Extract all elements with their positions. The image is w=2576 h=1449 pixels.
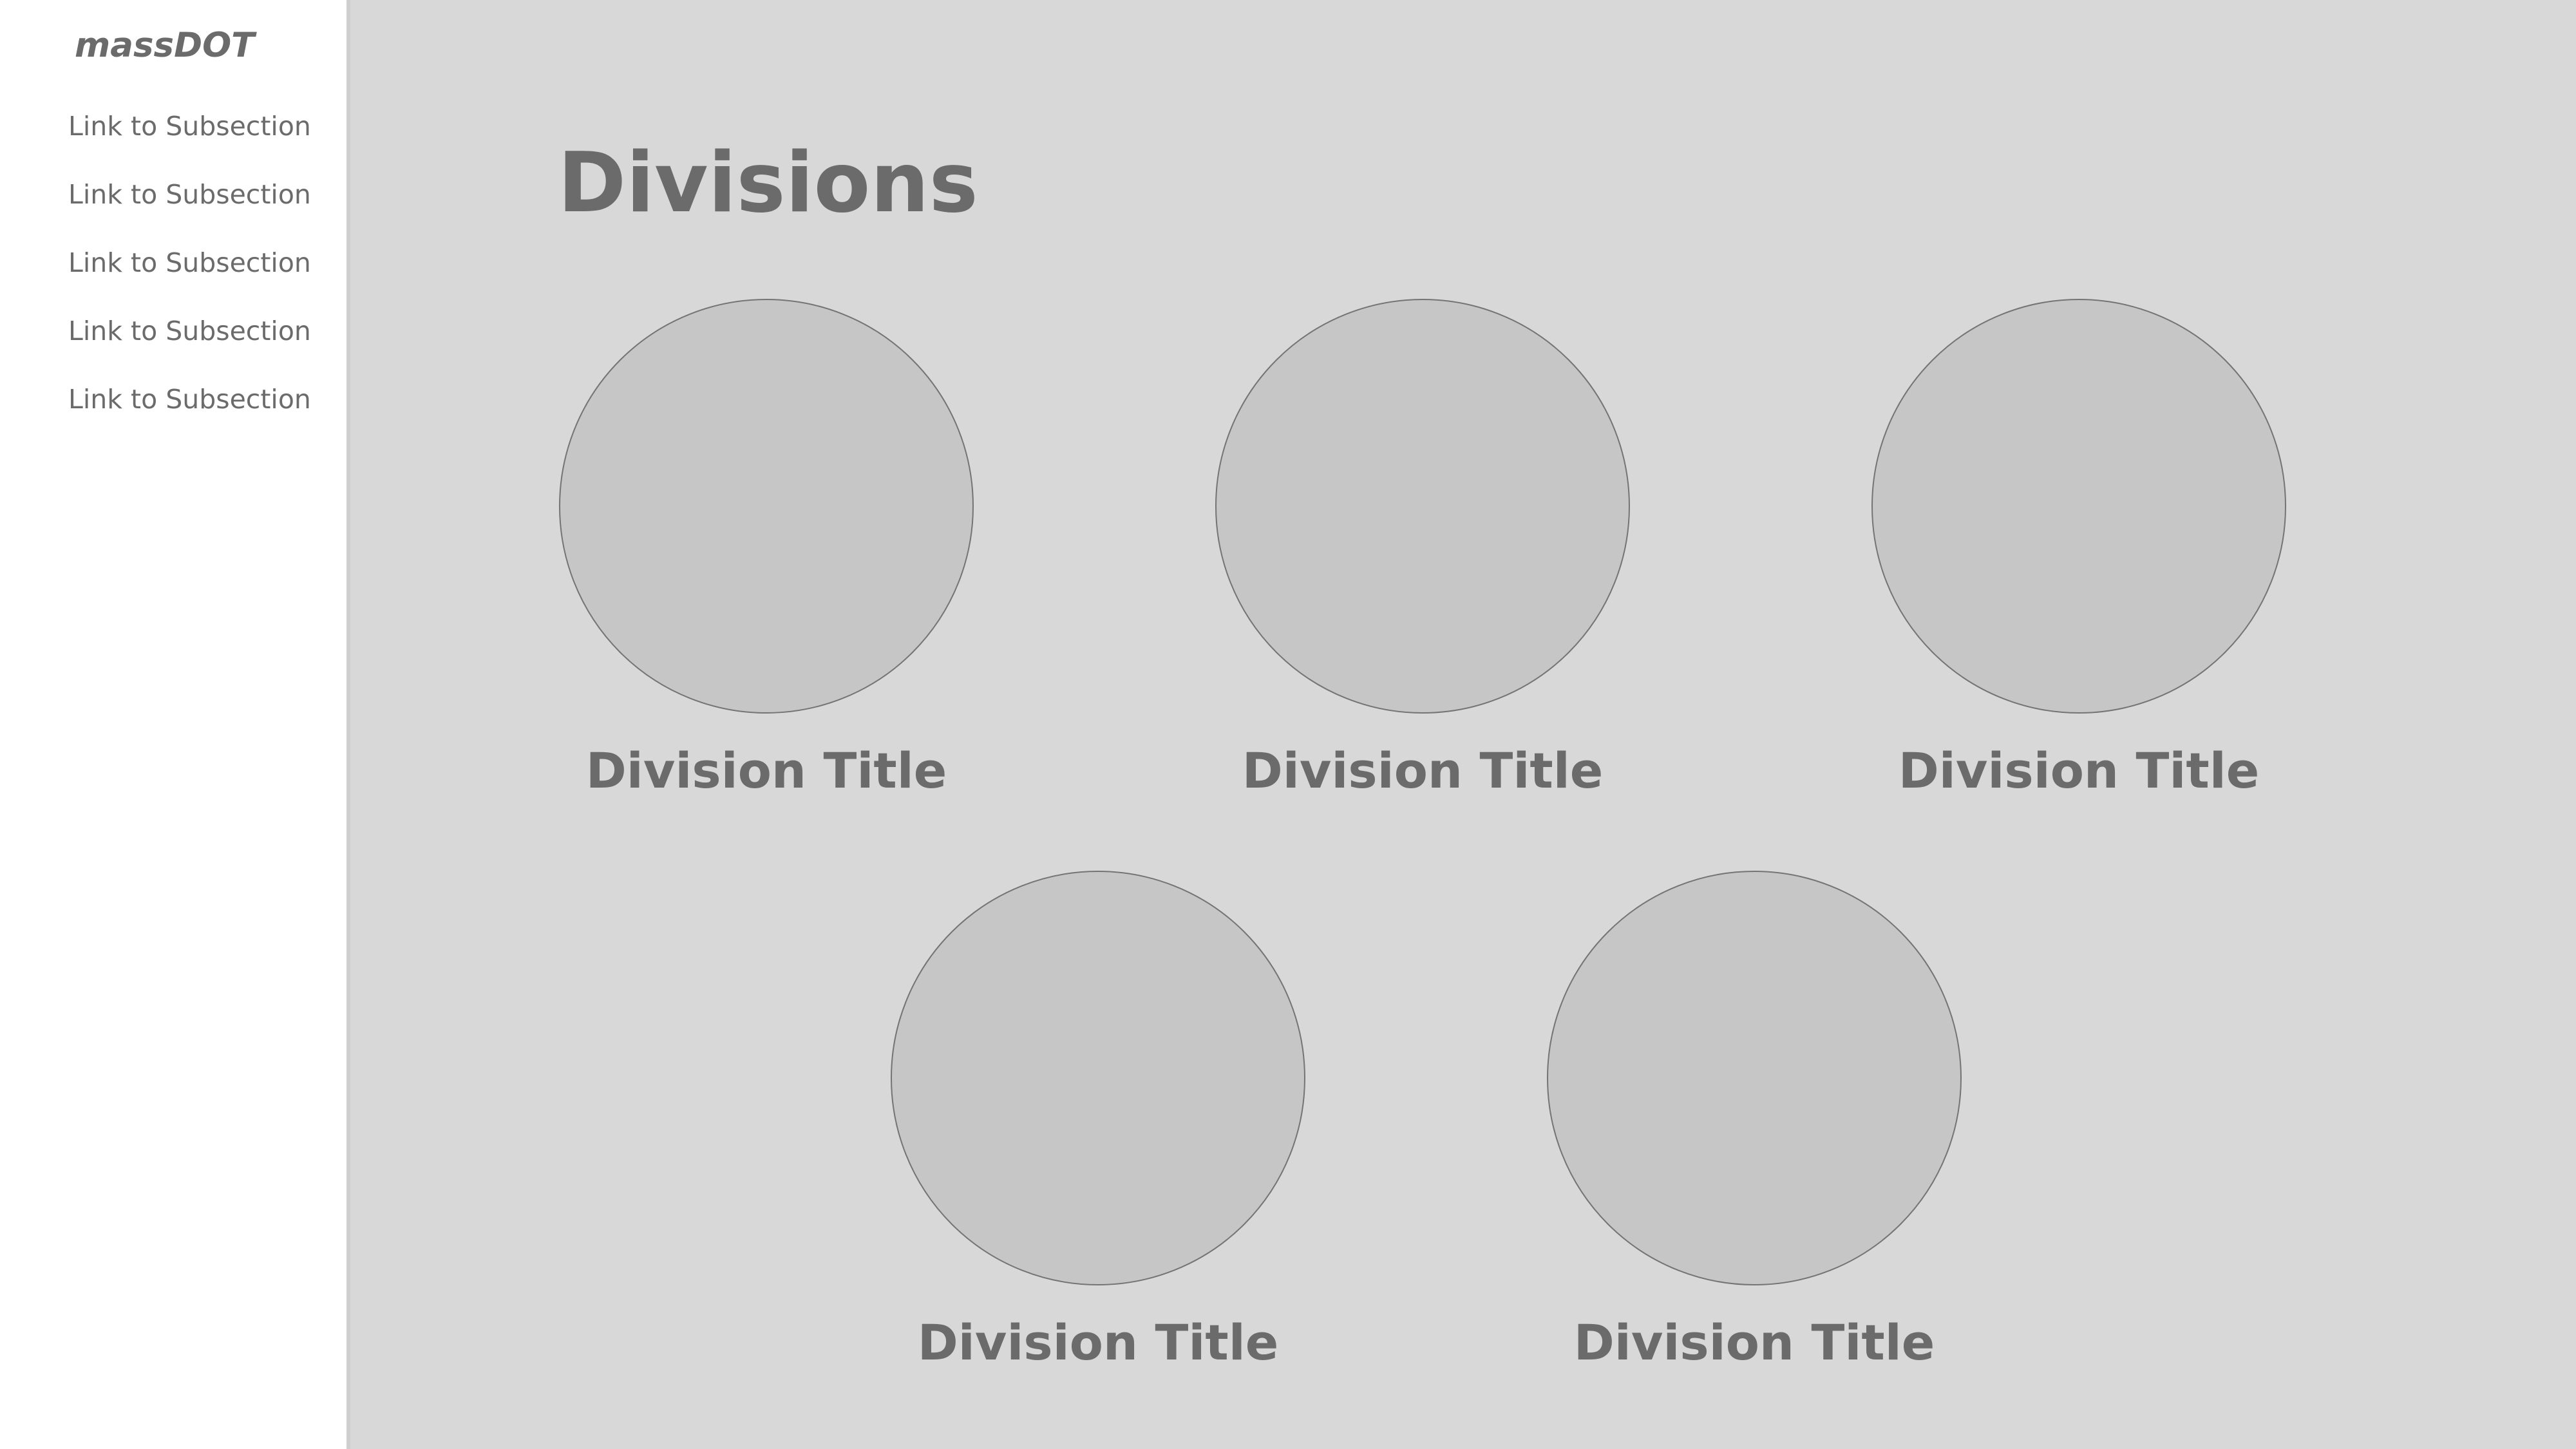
division-image-placeholder[interactable] xyxy=(1215,299,1630,714)
division-card-5[interactable]: Division Title xyxy=(1510,871,1999,1371)
division-image-placeholder[interactable] xyxy=(559,299,974,714)
sidebar-link-subsection-5[interactable]: Link to Subsection xyxy=(68,384,311,452)
sidebar-link-subsection-4[interactable]: Link to Subsection xyxy=(68,316,311,384)
division-card-2[interactable]: Division Title xyxy=(1178,299,1667,799)
division-title[interactable]: Division Title xyxy=(1834,742,2324,799)
division-card-1[interactable]: Division Title xyxy=(522,299,1011,799)
division-image-placeholder[interactable] xyxy=(1871,299,2286,714)
division-image-placeholder[interactable] xyxy=(891,871,1305,1285)
page-title: Divisions xyxy=(558,135,978,231)
sidebar-nav: Link to Subsection Link to Subsection Li… xyxy=(68,111,311,452)
division-image-placeholder[interactable] xyxy=(1547,871,1962,1285)
sidebar-link-subsection-3[interactable]: Link to Subsection xyxy=(68,247,311,316)
division-card-4[interactable]: Division Title xyxy=(853,871,1343,1371)
page: massDOT Link to Subsection Link to Subse… xyxy=(0,0,2576,1449)
sidebar-link-subsection-2[interactable]: Link to Subsection xyxy=(68,179,311,247)
sidebar-link-subsection-1[interactable]: Link to Subsection xyxy=(68,111,311,179)
sidebar: massDOT Link to Subsection Link to Subse… xyxy=(0,0,350,1449)
brand-logo[interactable]: massDOT xyxy=(75,26,254,65)
division-title[interactable]: Division Title xyxy=(1510,1314,1999,1371)
division-title[interactable]: Division Title xyxy=(522,742,1011,799)
division-title[interactable]: Division Title xyxy=(853,1314,1343,1371)
division-title[interactable]: Division Title xyxy=(1178,742,1667,799)
division-card-3[interactable]: Division Title xyxy=(1834,299,2324,799)
